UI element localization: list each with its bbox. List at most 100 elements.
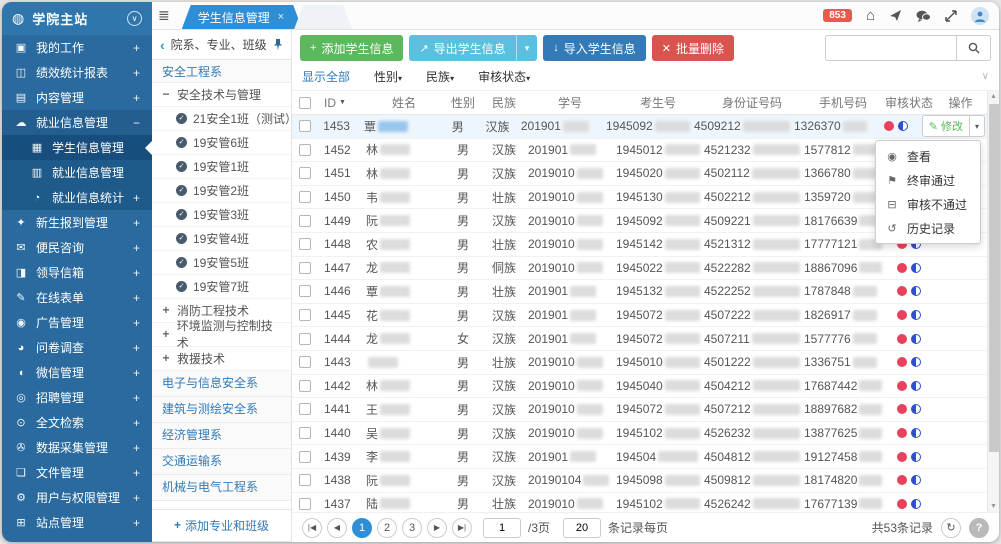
- filter-gender[interactable]: 性别▾: [374, 68, 402, 85]
- user-avatar[interactable]: [971, 7, 989, 25]
- department-item[interactable]: 交通运输系: [152, 449, 291, 475]
- sidebar-item-user-permission-management[interactable]: ⚙用户与权限管理+: [2, 485, 152, 510]
- tree-class-item[interactable]: ✓19安管7班: [152, 275, 291, 299]
- last-page-button[interactable]: ▶|: [452, 518, 472, 538]
- table-row[interactable]: 1445花男汉族201901194507245072221826917: [292, 304, 987, 328]
- row-checkbox[interactable]: [299, 309, 311, 321]
- export-student-button[interactable]: ↗ 导出学生信息: [409, 35, 515, 61]
- row-checkbox[interactable]: [299, 191, 311, 203]
- sidebar-item-employment-info-statistics[interactable]: ◔就业信息统计+: [2, 185, 152, 210]
- sidebar-item-fulltext-search[interactable]: ⊙全文检索+: [2, 410, 152, 435]
- filter-show-all[interactable]: 显示全部: [302, 68, 350, 85]
- table-row[interactable]: 1439李男汉族201901194504450481219127458: [292, 445, 987, 469]
- tab-close-icon[interactable]: ×: [278, 11, 284, 23]
- page-button-1[interactable]: 1: [352, 518, 372, 538]
- scrollbar-thumb[interactable]: [989, 104, 999, 452]
- sidebar-item-online-forms[interactable]: ✎在线表单+: [2, 285, 152, 310]
- table-row[interactable]: 1443男壮族2019010194501045012221336751: [292, 351, 987, 375]
- import-student-button[interactable]: ↓ 导入学生信息: [543, 35, 646, 61]
- row-checkbox[interactable]: [299, 120, 311, 132]
- table-row[interactable]: 1447龙男侗族20190101945022452228218867096: [292, 257, 987, 281]
- sidebar-item-recruitment-management[interactable]: ◎招聘管理+: [2, 385, 152, 410]
- next-page-button[interactable]: ▶: [427, 518, 447, 538]
- export-dropdown-caret[interactable]: ▾: [516, 35, 538, 61]
- sidebar-item-employment-info-management[interactable]: ☁就业信息管理−: [2, 110, 152, 135]
- table-row[interactable]: 1440吴男汉族20190101945102452623213877625: [292, 422, 987, 446]
- sidebar-item-survey-management[interactable]: ◕问卷调查+: [2, 335, 152, 360]
- table-row[interactable]: 1442林男汉族20190101945040450421217687442: [292, 375, 987, 399]
- sidebar-item-leader-mailbox[interactable]: ◨领导信箱+: [2, 260, 152, 285]
- table-row[interactable]: 1453覃男汉族201901194509245092121326370✎修改▾: [292, 115, 987, 139]
- row-checkbox[interactable]: [299, 498, 311, 510]
- scroll-up-icon[interactable]: ▲: [988, 93, 999, 100]
- prev-page-button[interactable]: ◀: [327, 518, 347, 538]
- menu-item-audit-reject[interactable]: ⊟审核不通过: [876, 192, 980, 216]
- row-checkbox[interactable]: [299, 427, 311, 439]
- help-button[interactable]: ?: [969, 518, 989, 538]
- sidebar-item-public-consultation[interactable]: ✉便民咨询+: [2, 235, 152, 260]
- tree-major-item[interactable]: +环境监测与控制技术: [152, 323, 291, 347]
- collapse-panel-icon[interactable]: ‹: [160, 37, 165, 53]
- menu-item-history[interactable]: ↺历史记录: [876, 216, 980, 240]
- send-icon[interactable]: [889, 9, 902, 22]
- edit-button[interactable]: ✎修改: [923, 116, 970, 136]
- table-row[interactable]: 1446覃男壮族201901194513245222521787848: [292, 280, 987, 304]
- department-item[interactable]: 电子与信息安全系: [152, 371, 291, 397]
- table-row[interactable]: 1441王男汉族20190101945072450721218897682: [292, 398, 987, 422]
- row-checkbox[interactable]: [299, 285, 311, 297]
- row-checkbox[interactable]: [299, 167, 311, 179]
- chevron-down-icon[interactable]: ∨: [982, 71, 989, 82]
- department-item[interactable]: 建筑与测绘安全系: [152, 397, 291, 423]
- select-all-checkbox[interactable]: [299, 97, 311, 109]
- row-checkbox[interactable]: [299, 262, 311, 274]
- per-page-input[interactable]: [563, 518, 601, 538]
- table-row[interactable]: 1437陆男壮族20190101945102452624217677139: [292, 493, 987, 513]
- sidebar-item-file-management[interactable]: ❏文件管理+: [2, 460, 152, 485]
- fullscreen-icon[interactable]: [945, 10, 957, 22]
- search-button[interactable]: [957, 35, 991, 61]
- page-number-input[interactable]: [483, 518, 521, 538]
- sidebar-item-content-management[interactable]: ▤内容管理+: [2, 85, 152, 110]
- sidebar-header[interactable]: ◍ 学院主站 ∨: [2, 2, 152, 35]
- vertical-scrollbar[interactable]: ▲ ▼: [987, 91, 999, 512]
- row-checkbox[interactable]: [299, 403, 311, 415]
- row-checkbox[interactable]: [299, 356, 311, 368]
- filter-audit-status[interactable]: 审核状态▾: [478, 68, 530, 85]
- menu-item-view[interactable]: ◉查看: [876, 144, 980, 168]
- tree-class-item[interactable]: ✓19安管2班: [152, 179, 291, 203]
- row-checkbox[interactable]: [299, 380, 311, 392]
- add-student-button[interactable]: + 添加学生信息: [300, 35, 403, 61]
- page-button-2[interactable]: 2: [377, 518, 397, 538]
- page-button-3[interactable]: 3: [402, 518, 422, 538]
- tree-class-item[interactable]: ✓19安管6班: [152, 131, 291, 155]
- sidebar-item-ad-management[interactable]: ◉广告管理+: [2, 310, 152, 335]
- tree-class-item[interactable]: ✓19安管5班: [152, 251, 291, 275]
- department-item-active[interactable]: 安全工程系: [152, 60, 291, 83]
- sidebar-item-wechat-management[interactable]: ◖微信管理+: [2, 360, 152, 385]
- search-input[interactable]: [825, 35, 957, 61]
- tree-class-item[interactable]: ✓19安管3班: [152, 203, 291, 227]
- add-major-class-button[interactable]: + 添加专业和班级: [152, 509, 291, 542]
- row-checkbox[interactable]: [299, 451, 311, 463]
- sidebar-item-site-management[interactable]: ⊞站点管理+: [2, 510, 152, 535]
- sort-desc-icon[interactable]: ▼: [339, 99, 346, 106]
- sidebar-item-student-info-management[interactable]: ▦学生信息管理: [2, 135, 152, 160]
- row-checkbox[interactable]: [299, 474, 311, 486]
- refresh-button[interactable]: ↻: [941, 518, 961, 538]
- batch-delete-button[interactable]: ✕ 批量删除: [652, 35, 734, 61]
- hamburger-icon[interactable]: ≣: [158, 7, 170, 24]
- row-checkbox[interactable]: [299, 333, 311, 345]
- department-item[interactable]: 经济管理系: [152, 423, 291, 449]
- sidebar-item-freshman-registration[interactable]: ✦新生报到管理+: [2, 210, 152, 235]
- pin-icon[interactable]: [273, 38, 283, 51]
- tree-major-item[interactable]: −安全技术与管理: [152, 83, 291, 107]
- messages-icon[interactable]: [916, 10, 931, 22]
- table-row[interactable]: 1438阮男汉族201901041945098450981218174820: [292, 469, 987, 493]
- tab-student-info-management[interactable]: 学生信息管理 ×: [182, 5, 302, 29]
- tree-class-item[interactable]: ✓19安管4班: [152, 227, 291, 251]
- sidebar-item-employment-info-management-sub[interactable]: ▥就业信息管理: [2, 160, 152, 185]
- tree-class-item[interactable]: ✓21安全1班（测试）: [152, 107, 291, 131]
- filter-ethnicity[interactable]: 民族▾: [426, 68, 454, 85]
- row-checkbox[interactable]: [299, 144, 311, 156]
- sidebar-item-my-work[interactable]: ▣我的工作+: [2, 35, 152, 60]
